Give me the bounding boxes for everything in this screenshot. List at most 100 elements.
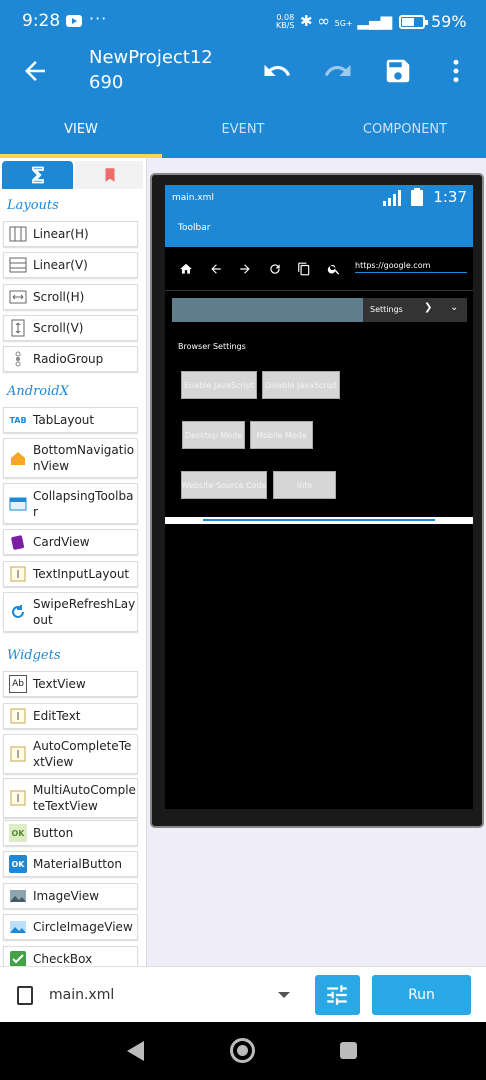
nav-recents-icon[interactable] xyxy=(340,1042,357,1059)
circleimageview-icon xyxy=(9,918,27,936)
palette-item-radiogroup[interactable]: RadioGroup xyxy=(3,346,138,372)
palette-item-label: Button xyxy=(33,826,74,840)
device-toolbar[interactable]: Toolbar xyxy=(165,210,473,247)
palette-item-bottomnavigationview[interactable]: BottomNavigationView xyxy=(3,438,138,478)
battery-percent: 59% xyxy=(431,12,467,31)
undo-icon[interactable] xyxy=(262,56,292,86)
website-source-code-button[interactable]: Website Source Code xyxy=(181,471,267,499)
arrow-forward-icon[interactable] xyxy=(238,262,252,276)
mobile-mode-button[interactable]: Mobile Mode xyxy=(250,421,313,449)
palette-tab-widgets[interactable] xyxy=(2,161,73,189)
screen-root: 9:28 ··· 0.08 KB/S ✱ ∞ 5G+ ▂▄▆ 59% NewPr… xyxy=(0,0,486,1080)
palette-item-label: AutoCompleteTextView xyxy=(33,739,132,769)
widget-palette: Layouts Linear(H) Linear(V) Scroll(H) Sc… xyxy=(0,158,146,966)
run-button[interactable]: Run xyxy=(372,975,471,1015)
cardview-icon xyxy=(9,533,27,551)
progress-bar xyxy=(172,298,363,322)
tab-event[interactable]: EVENT xyxy=(162,122,324,137)
tab-view[interactable]: VIEW xyxy=(0,122,162,137)
tune-icon xyxy=(327,985,347,1005)
refresh-icon xyxy=(9,603,27,621)
tab-component[interactable]: COMPONENT xyxy=(324,122,486,137)
palette-item-checkbox[interactable]: CheckBox xyxy=(3,946,138,966)
palette-item-label: MaterialButton xyxy=(33,857,122,871)
palette-item-button[interactable]: OK Button xyxy=(3,820,138,846)
app-bar: NewProject12 690 xyxy=(0,44,486,100)
palette-item-multiautocompletetextview[interactable]: MultiAutoCompleteTextView xyxy=(3,778,138,818)
palette-item-cardview[interactable]: CardView xyxy=(3,529,138,555)
palette-item-label: CircleImageView xyxy=(33,920,133,934)
refresh-icon[interactable] xyxy=(268,262,282,276)
section-androidx: AndroidX xyxy=(7,384,69,399)
palette-tabs xyxy=(0,158,146,190)
properties-button[interactable] xyxy=(315,975,360,1015)
palette-item-label: SwipeRefreshLayout xyxy=(33,597,136,627)
materialbutton-icon: OK xyxy=(9,855,27,873)
more-vert-icon[interactable] xyxy=(441,56,471,86)
nav-home-icon[interactable] xyxy=(230,1038,255,1063)
device-frame: main.xml 1:37 Toolbar https://google.com… xyxy=(150,173,484,828)
device-screen[interactable]: main.xml 1:37 Toolbar https://google.com… xyxy=(165,185,473,809)
palette-item-textinputlayout[interactable]: TextInputLayout xyxy=(3,561,138,587)
palette-item-label: CollapsingToolbar xyxy=(33,488,134,519)
palette-tab-bookmarks[interactable] xyxy=(75,161,143,189)
palette-item-textview[interactable]: Ab TextView xyxy=(3,671,138,697)
status-bar: 9:28 ··· 0.08 KB/S ✱ ∞ 5G+ ▂▄▆ 59% xyxy=(0,0,486,44)
device-battery-icon xyxy=(411,188,423,206)
edittext-icon xyxy=(9,707,27,725)
url-input[interactable]: https://google.com xyxy=(355,261,467,273)
back-arrow-icon[interactable] xyxy=(20,56,50,86)
bookmark-icon xyxy=(105,168,115,182)
desktop-mode-button[interactable]: Desktop Mode xyxy=(182,421,245,449)
tab-icon: TAB xyxy=(9,415,27,425)
palette-item-scroll-h[interactable]: Scroll(H) xyxy=(3,284,138,310)
palette-item-edittext[interactable]: EditText xyxy=(3,703,138,729)
palette-item-circleimageview[interactable]: CircleImageView xyxy=(3,914,138,940)
project-id: 690 xyxy=(89,72,124,93)
palette-item-linear-h[interactable]: Linear(H) xyxy=(3,221,138,247)
palette-item-swiperefreshlayout[interactable]: SwipeRefreshLayout xyxy=(3,592,138,632)
chevron-right-icon[interactable]: ❯ xyxy=(424,302,432,313)
chevron-down-icon[interactable]: ⌄ xyxy=(450,302,458,313)
nav-back-icon[interactable] xyxy=(127,1041,144,1061)
bluetooth-icon: ✱ xyxy=(300,12,313,30)
browser-bar: https://google.com xyxy=(165,247,473,291)
widgets-icon xyxy=(32,166,44,184)
palette-item-collapsingtoolbar[interactable]: CollapsingToolbar xyxy=(3,483,138,524)
device-status-bar: main.xml 1:37 xyxy=(165,185,473,210)
disable-javascript-button[interactable]: Disable JavaScript xyxy=(262,371,340,399)
palette-item-label: EditText xyxy=(33,709,81,723)
dropdown-arrow-icon[interactable] xyxy=(278,992,290,998)
scroll-h-icon xyxy=(9,288,27,306)
search-icon[interactable] xyxy=(327,262,341,276)
file-icon xyxy=(17,986,33,1005)
home-icon[interactable] xyxy=(179,262,193,276)
palette-item-label: TextView xyxy=(33,677,86,691)
project-title: NewProject12 xyxy=(89,47,213,68)
save-icon[interactable] xyxy=(383,56,413,86)
scroll-indicator xyxy=(165,517,473,524)
arrow-back-icon[interactable] xyxy=(209,262,223,276)
palette-item-scroll-v[interactable]: Scroll(V) xyxy=(3,315,138,341)
imageview-icon xyxy=(9,887,27,905)
device-clock: 1:37 xyxy=(433,188,467,206)
status-time: 9:28 xyxy=(22,11,61,31)
palette-item-materialbutton[interactable]: OK MaterialButton xyxy=(3,851,138,877)
info-button[interactable]: Info xyxy=(273,471,336,499)
palette-item-autocompletetextview[interactable]: AutoCompleteTextView xyxy=(3,734,138,774)
autocomplete-icon xyxy=(9,745,27,763)
network-speed: 0.08 KB/S xyxy=(276,14,295,30)
copy-icon[interactable] xyxy=(297,262,311,276)
status-icons: ✱ ∞ 5G+ ▂▄▆ xyxy=(300,12,392,30)
settings-row[interactable]: Settings ❯ ⌄ xyxy=(172,298,467,322)
palette-item-tablayout[interactable]: TAB TabLayout xyxy=(3,407,138,433)
design-canvas[interactable]: main.xml 1:37 Toolbar https://google.com… xyxy=(146,158,486,966)
palette-item-linear-v[interactable]: Linear(V) xyxy=(3,252,138,278)
section-widgets: Widgets xyxy=(7,648,61,663)
signal-icon: ▂▄▆ xyxy=(357,12,393,30)
linear-h-icon xyxy=(9,225,27,243)
enable-javascript-button[interactable]: Enable JavaScript xyxy=(181,371,257,399)
file-selector[interactable]: main.xml xyxy=(49,987,114,1003)
redo-icon[interactable] xyxy=(323,56,353,86)
palette-item-imageview[interactable]: ImageView xyxy=(3,883,138,909)
